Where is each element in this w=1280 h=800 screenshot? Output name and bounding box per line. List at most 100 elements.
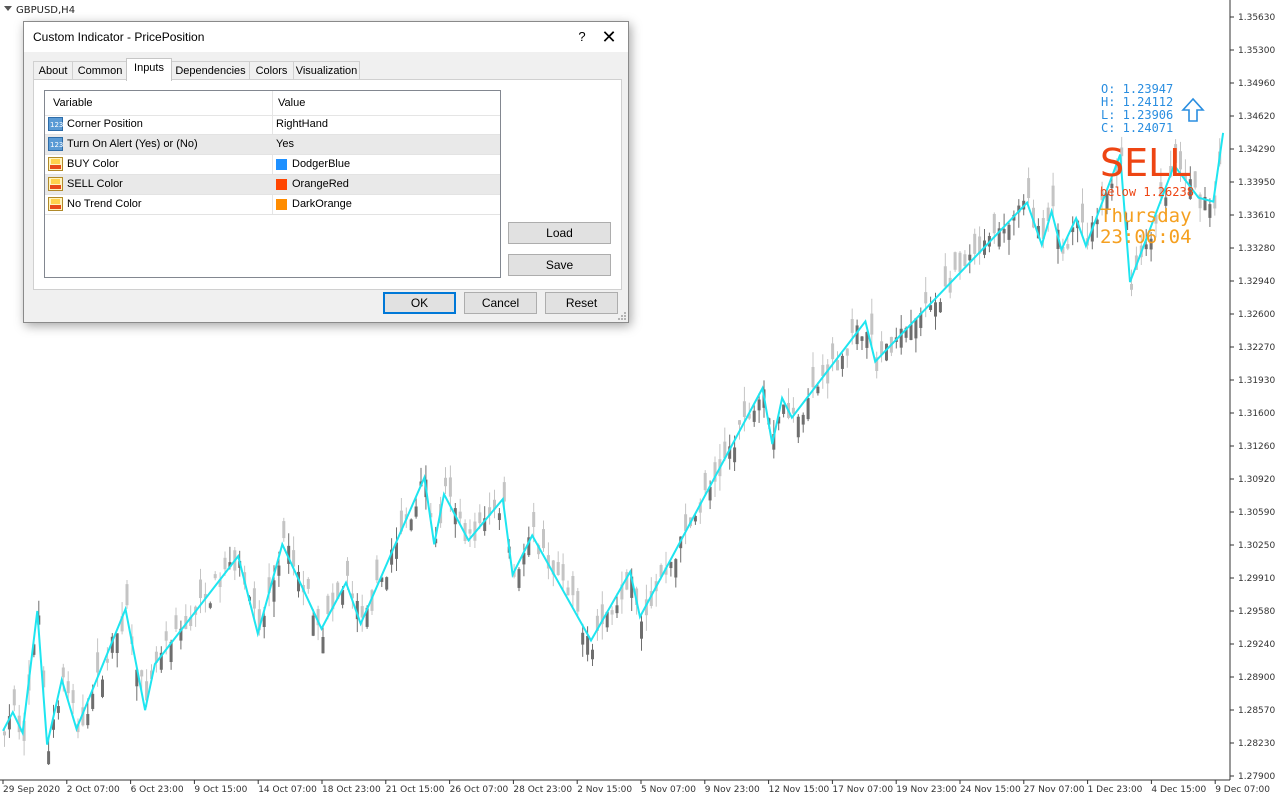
variable-name: Corner Position xyxy=(67,118,143,130)
variable-name: Turn On Alert (Yes) or (No) xyxy=(67,138,198,150)
candle-body xyxy=(346,560,349,576)
candle-body xyxy=(556,562,560,576)
time-tick-label: 17 Nov 07:00 xyxy=(832,785,893,795)
candle-body xyxy=(1198,194,1202,209)
time-tick-label: 9 Nov 23:00 xyxy=(705,785,760,795)
dialog-title: Custom Indicator - PricePosition xyxy=(33,30,205,44)
candle-body xyxy=(321,636,325,654)
candle-body xyxy=(958,252,962,272)
candle-body xyxy=(610,610,614,615)
tab-colors[interactable]: Colors xyxy=(249,61,294,80)
price-tick-label: 1.31600 xyxy=(1238,409,1275,419)
candle-body xyxy=(444,477,447,487)
tab-inputs[interactable]: Inputs xyxy=(126,58,172,81)
input-row[interactable]: 123 Corner Position RightHand xyxy=(45,115,500,135)
inputs-grid[interactable]: Variable Value 123 Corner Position Right… xyxy=(44,90,501,278)
candle-body xyxy=(850,319,854,333)
load-button[interactable]: Load xyxy=(508,222,611,244)
price-tick-label: 1.30250 xyxy=(1238,541,1275,551)
price-tick-label: 1.35300 xyxy=(1238,46,1275,56)
tab-visualization[interactable]: Visualization xyxy=(293,61,360,80)
variable-value[interactable]: OrangeRed xyxy=(292,178,349,190)
candle-body xyxy=(47,751,51,765)
variable-column-header[interactable]: Variable xyxy=(53,97,93,109)
reset-button[interactable]: Reset xyxy=(545,292,618,314)
candle-body xyxy=(1066,244,1070,249)
time-tick-label: 24 Nov 15:00 xyxy=(960,785,1021,795)
tab-common[interactable]: Common xyxy=(72,61,128,80)
resize-grip-icon[interactable] xyxy=(618,312,626,320)
save-button[interactable]: Save xyxy=(508,254,611,276)
variable-value[interactable]: DodgerBlue xyxy=(292,158,350,170)
time-tick-label: 12 Nov 15:00 xyxy=(769,785,830,795)
candle-body xyxy=(458,511,462,519)
candle-body xyxy=(836,360,839,371)
candle-body xyxy=(385,577,389,590)
variable-name: No Trend Color xyxy=(67,198,142,210)
input-row[interactable]: SELL Color OrangeRed xyxy=(45,175,500,195)
time-tick-label: 9 Dec 07:00 xyxy=(1215,785,1270,795)
candle-body xyxy=(1193,171,1197,188)
input-row[interactable]: No Trend Color DarkOrange xyxy=(45,195,500,215)
candle-body xyxy=(752,410,756,422)
variable-name: SELL Color xyxy=(67,178,123,190)
color-swatch xyxy=(276,179,287,190)
candle-body xyxy=(1027,178,1031,199)
candle-body xyxy=(66,681,70,694)
candle-body xyxy=(282,521,286,539)
time-tick-label: 2 Oct 07:00 xyxy=(67,785,120,795)
candle-body xyxy=(311,615,315,636)
time-tick-label: 26 Oct 07:00 xyxy=(450,785,509,795)
candle-body xyxy=(845,348,849,356)
tab-dependencies[interactable]: Dependencies xyxy=(171,61,250,80)
color-param-icon xyxy=(48,157,63,171)
time-tick-label: 27 Nov 07:00 xyxy=(1024,785,1085,795)
dialog-titlebar[interactable]: Custom Indicator - PricePosition ? ✕ xyxy=(24,22,628,52)
candle-body xyxy=(796,416,800,438)
signal-text: SELL xyxy=(1100,141,1190,185)
color-swatch xyxy=(276,199,287,210)
time-tick-label: 29 Sep 2020 xyxy=(3,785,60,795)
time-tick-label: 28 Oct 23:00 xyxy=(513,785,572,795)
candle-body xyxy=(860,336,864,341)
candle-body xyxy=(326,595,330,615)
svg-text:123: 123 xyxy=(50,141,63,149)
time-tick-label: 18 Oct 23:00 xyxy=(322,785,381,795)
candle-body xyxy=(733,447,737,463)
price-tick-label: 1.34290 xyxy=(1238,145,1275,155)
value-column-header[interactable]: Value xyxy=(278,97,305,109)
candle-body xyxy=(1081,203,1084,223)
variable-value[interactable]: Yes xyxy=(276,138,294,150)
custom-indicator-dialog: Custom Indicator - PricePosition ? ✕ Abo… xyxy=(23,21,629,323)
day-text: Thursday xyxy=(1100,205,1192,227)
ok-button[interactable]: OK xyxy=(383,292,456,314)
candle-body xyxy=(86,714,90,726)
ohlc-open: O: 1.23947 xyxy=(1101,82,1173,96)
price-tick-label: 1.32600 xyxy=(1238,310,1275,320)
candle-body xyxy=(826,364,830,384)
price-tick-label: 1.30920 xyxy=(1238,475,1275,485)
ohlc-high: H: 1.24112 xyxy=(1101,95,1173,109)
color-swatch xyxy=(276,159,287,170)
close-icon[interactable]: ✕ xyxy=(594,24,624,50)
candle-body xyxy=(968,254,972,261)
price-tick-label: 1.28570 xyxy=(1238,706,1275,716)
variable-value[interactable]: DarkOrange xyxy=(292,198,352,210)
candle-body xyxy=(1051,185,1055,207)
candle-body xyxy=(115,633,119,654)
candle-body xyxy=(532,512,536,527)
candle-body xyxy=(1130,283,1133,290)
candle-body xyxy=(581,632,585,645)
help-button[interactable]: ? xyxy=(572,27,592,47)
variable-value[interactable]: RightHand xyxy=(276,118,328,130)
cancel-button[interactable]: Cancel xyxy=(464,292,537,314)
svg-text:123: 123 xyxy=(50,121,63,129)
input-row[interactable]: 123 Turn On Alert (Yes) or (No) Yes xyxy=(45,135,500,155)
candle-body xyxy=(56,706,60,713)
candle-body xyxy=(831,343,835,360)
tab-about[interactable]: About xyxy=(33,61,73,80)
input-row[interactable]: BUY Color DodgerBlue xyxy=(45,155,500,175)
number-param-icon: 123 xyxy=(48,137,63,151)
time-tick-label: 4 Dec 15:00 xyxy=(1151,785,1206,795)
candle-body xyxy=(973,233,977,254)
